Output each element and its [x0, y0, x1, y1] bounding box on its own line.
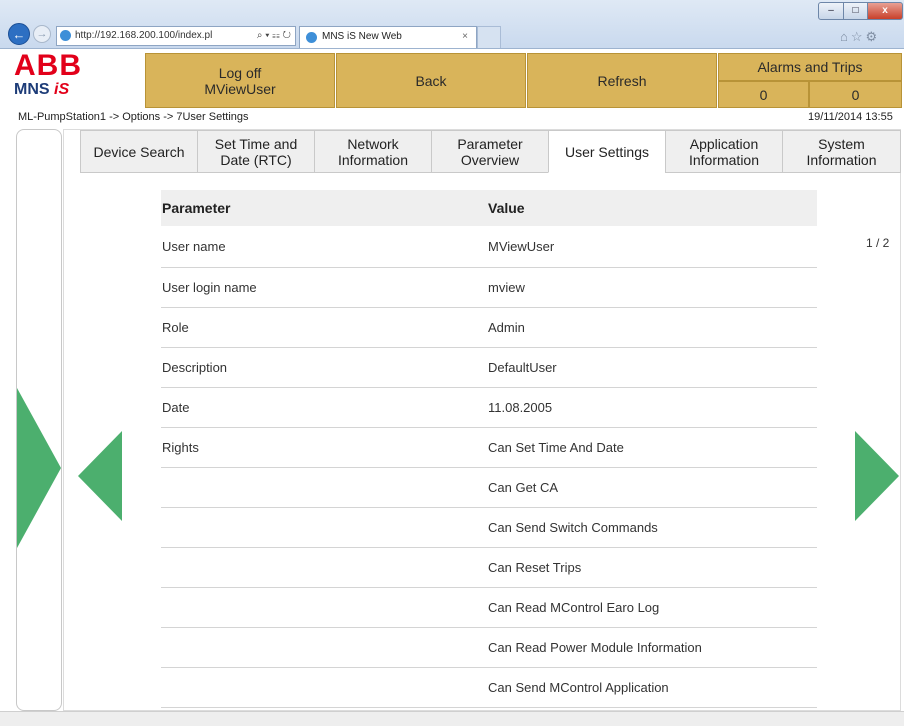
breadcrumb: ML-PumpStation1 -> Options -> 7User Sett… [18, 111, 249, 123]
table-header: Parameter Value [161, 190, 817, 226]
browser-back-button[interactable]: ← [8, 23, 30, 45]
window-close-button[interactable]: x [867, 2, 903, 20]
address-url: http://192.168.200.100/index.pl [75, 30, 213, 41]
trip-count[interactable]: 0 [809, 81, 902, 108]
next-page-arrow-icon[interactable] [853, 431, 899, 521]
refresh-button[interactable]: Refresh [527, 53, 717, 108]
user-settings-table: Parameter Value User name MViewUser User … [161, 190, 817, 708]
abb-logo-text: ABB [14, 49, 82, 82]
page-indicator: 1 / 2 [866, 236, 890, 250]
table-row: Can Read Power Module Information [161, 628, 817, 668]
table-row: Rights Can Set Time And Date [161, 428, 817, 468]
table-row: Can Reset Trips [161, 548, 817, 588]
tab-device-search[interactable]: Device Search [80, 130, 198, 173]
tab-set-time-date[interactable]: Set Time and Date (RTC) [197, 130, 315, 173]
table-row: Can Send MControl Application [161, 668, 817, 708]
logoff-button[interactable]: Log off MViewUser [145, 53, 335, 108]
horizontal-scrollbar[interactable] [0, 711, 904, 726]
tab-user-settings[interactable]: User Settings [548, 130, 666, 173]
back-button[interactable]: Back [336, 53, 526, 108]
table-row: Date 11.08.2005 [161, 388, 817, 428]
column-header-value: Value [488, 200, 525, 216]
alarms-and-trips-button[interactable]: Alarms and Trips [718, 53, 902, 81]
tab-network-information[interactable]: Network Information [314, 130, 432, 173]
window-maximize-button[interactable]: □ [843, 2, 868, 20]
logoff-label: Log off [218, 64, 262, 81]
tab-favicon-icon [306, 32, 317, 43]
mns-is-logo-text: MNS iS [14, 81, 70, 98]
ie-page-icon [60, 30, 71, 41]
browser-tab[interactable]: MNS iS New Web × [299, 26, 477, 48]
table-row: Description DefaultUser [161, 348, 817, 388]
address-bar[interactable]: http://192.168.200.100/index.pl ⌕ ▾ ☷ ↻ [56, 26, 296, 46]
table-row: User name MViewUser [161, 226, 817, 268]
abb-mns-logo: ABB MNS iS [14, 51, 134, 103]
table-row: Can Get CA [161, 468, 817, 508]
address-tools-icons[interactable]: ⌕ ▾ ☷ ↻ [257, 27, 291, 45]
table-row: Role Admin [161, 308, 817, 348]
logoff-user-label: MViewUser [204, 80, 276, 97]
tab-parameter-overview[interactable]: Parameter Overview [431, 130, 549, 173]
column-header-parameter: Parameter [162, 200, 231, 216]
expand-panel-arrow-icon[interactable] [17, 130, 62, 711]
tab-system-information[interactable]: System Information [782, 130, 901, 173]
home-favorites-settings-icons[interactable]: ⌂☆⚙ [840, 29, 880, 45]
table-row: Can Send Switch Commands [161, 508, 817, 548]
new-tab-button[interactable] [477, 26, 501, 48]
tab-title: MNS iS New Web [322, 31, 402, 42]
datetime-display: 19/11/2014 13:55 [808, 111, 893, 123]
alarm-count[interactable]: 0 [718, 81, 809, 108]
previous-page-arrow-icon[interactable] [78, 431, 124, 521]
table-row: User login name mview [161, 268, 817, 308]
tab-application-information[interactable]: Application Information [665, 130, 783, 173]
table-row: Can Read MControl Earo Log [161, 588, 817, 628]
left-navigation-panel [16, 129, 62, 711]
browser-forward-button[interactable]: → [33, 25, 51, 43]
tab-close-icon[interactable]: × [462, 27, 468, 47]
window-minimize-button[interactable]: – [818, 2, 844, 20]
